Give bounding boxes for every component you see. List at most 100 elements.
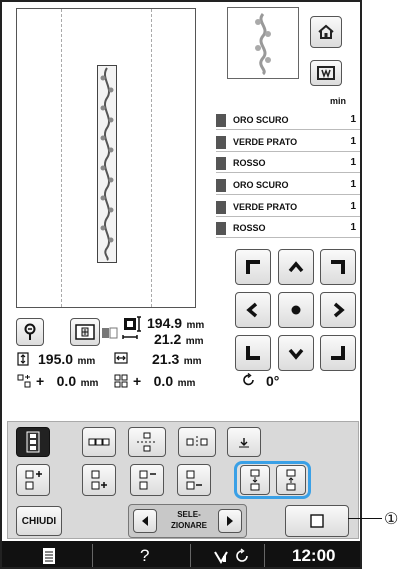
close-button[interactable]: CHIUDI — [16, 506, 62, 536]
move-up-left-button[interactable] — [235, 249, 271, 285]
center-icon — [291, 305, 301, 315]
x-offset-icon — [17, 374, 31, 388]
embroidery-screen: min ORO SCURO 1 VERDE PRATO 1 ROSSO 1 ORO S… — [0, 0, 362, 569]
y-offset-sign: + — [133, 373, 142, 389]
layout-down-button[interactable] — [227, 427, 261, 457]
select-label-line1: SELE- — [177, 510, 201, 519]
pattern-thumbnail — [227, 7, 299, 79]
select-previous-button[interactable] — [133, 509, 157, 533]
thread-color-icon — [216, 157, 226, 170]
triangle-right-icon — [227, 516, 233, 526]
thread-row: ROSSO 1 — [216, 219, 360, 238]
document-button[interactable] — [42, 547, 56, 565]
horizontal-size-icon — [114, 352, 128, 364]
vertical-layout-icon — [26, 431, 40, 453]
move-pattern-down-button[interactable] — [240, 465, 270, 495]
thread-name: ORO SCURO — [233, 180, 289, 190]
min-header: min — [330, 96, 347, 106]
x-offset-sign: + — [36, 373, 45, 389]
height-unit: mm — [186, 320, 205, 331]
move-down-button[interactable] — [278, 335, 314, 371]
spacing-decrease-icon — [139, 470, 156, 490]
thread-color-icon — [216, 179, 226, 192]
move-up-button[interactable] — [278, 249, 314, 285]
vertical-size-value: 195.0 — [38, 351, 74, 367]
arrow-down-right-icon — [331, 346, 345, 360]
x-offset-value: 0.0 — [56, 373, 77, 389]
x-offset-unit: mm — [80, 378, 99, 389]
width-unit: mm — [185, 336, 204, 347]
center-horizontal-layout-icon — [186, 436, 208, 448]
thread-count: 1 — [350, 114, 356, 125]
move-up-right-button[interactable] — [320, 249, 356, 285]
width-readout: 21.2 mm — [154, 331, 204, 349]
layout-center-vertical-button[interactable] — [128, 427, 166, 457]
thumbnail-vine-icon — [255, 13, 271, 76]
thread-count: 1 — [350, 201, 356, 212]
select-next-button[interactable] — [218, 509, 242, 533]
pattern-preview[interactable] — [97, 65, 117, 263]
document-icon — [43, 548, 55, 564]
wifi-icon — [214, 551, 228, 564]
thread-count: 1 — [350, 222, 356, 233]
thread-row: ORO SCURO 1 — [216, 111, 360, 130]
arrow-down-left-icon — [246, 346, 260, 360]
arrow-left-icon — [246, 302, 258, 318]
arrow-up-icon — [288, 261, 304, 273]
guide-line-left — [61, 9, 62, 307]
triangle-left-icon — [142, 516, 148, 526]
spacing-decrease-bottom-button[interactable] — [177, 464, 211, 496]
thread-name: ROSSO — [233, 223, 266, 233]
home-button[interactable] — [310, 16, 342, 48]
y-offset-readout: + 0.0 mm — [133, 373, 195, 391]
thread-count: 1 — [350, 157, 356, 168]
move-down-left-button[interactable] — [235, 335, 271, 371]
zoom-icon — [24, 323, 36, 340]
move-left-button[interactable] — [235, 292, 271, 328]
status-separator — [92, 544, 93, 567]
move-pattern-up-button[interactable] — [276, 465, 306, 495]
move-right-button[interactable] — [320, 292, 356, 328]
callout-line — [348, 518, 382, 519]
thread-count: 1 — [350, 179, 356, 190]
zoom-button[interactable] — [16, 318, 44, 346]
horizontal-size-unit: mm — [183, 356, 202, 367]
horizontal-size-readout: 21.3 mm — [152, 351, 202, 369]
help-button[interactable]: ? — [140, 546, 149, 566]
spacing-decrease-top-button[interactable] — [130, 464, 164, 496]
center-vertical-layout-icon — [137, 432, 157, 452]
square-icon — [310, 514, 324, 528]
thread-name: VERDE PRATO — [233, 137, 298, 147]
embroidery-canvas — [16, 8, 196, 308]
status-bar: ? 12:00 — [2, 541, 360, 567]
horizontal-layout-icon — [88, 438, 110, 446]
layout-vertical-button[interactable] — [16, 427, 50, 457]
confirm-button[interactable] — [285, 505, 349, 537]
spacing-increase-top-button[interactable] — [16, 464, 50, 496]
thread-count: 1 — [350, 136, 356, 147]
refresh-status — [234, 548, 250, 564]
spacing-increase-bottom-button[interactable] — [82, 464, 116, 496]
clock: 12:00 — [292, 546, 336, 565]
layout-center-horizontal-button[interactable] — [178, 427, 216, 457]
refresh-icon — [236, 548, 248, 562]
spool-icon — [101, 326, 119, 340]
pattern-view-button[interactable] — [70, 318, 100, 346]
arrow-down-small-icon — [239, 438, 249, 448]
layout-horizontal-button[interactable] — [82, 427, 116, 457]
pattern-size-icon — [120, 316, 144, 344]
move-down-right-button[interactable] — [320, 335, 356, 371]
thread-color-icon — [216, 201, 226, 214]
arrow-up-left-icon — [246, 260, 260, 274]
y-offset-unit: mm — [177, 378, 196, 389]
arrow-right-icon — [333, 302, 345, 318]
embroidery-frame-button[interactable] — [310, 60, 342, 86]
thread-row: ORO SCURO 1 — [216, 176, 360, 195]
wifi-status — [213, 548, 229, 564]
thread-name: VERDE PRATO — [233, 202, 298, 212]
vertical-size-readout: 195.0 mm — [38, 351, 95, 369]
spacing-increase-bottom-icon — [91, 470, 107, 490]
thread-row: VERDE PRATO 1 — [216, 198, 360, 217]
center-button[interactable] — [278, 292, 314, 328]
thread-color-icon — [216, 136, 226, 149]
